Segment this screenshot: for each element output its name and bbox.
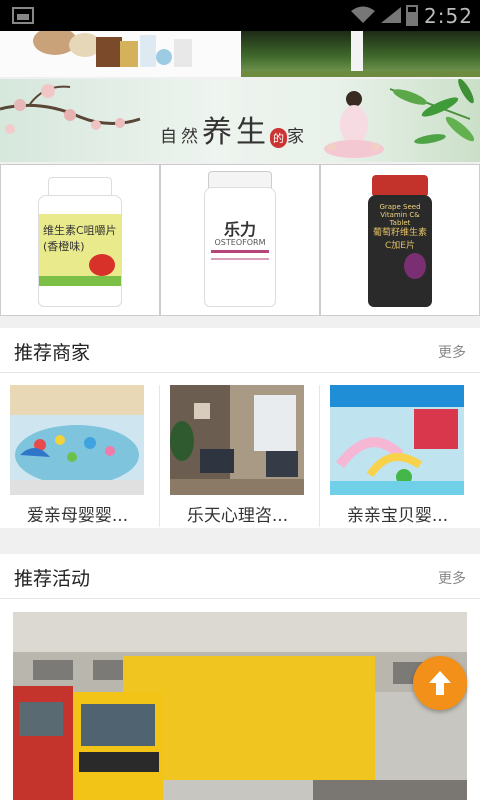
recommended-merchants-section: 推荐商家 更多 爱亲母婴婴... 乐天心理咨... 亲亲宝贝婴...	[0, 328, 480, 528]
back-to-top-button[interactable]	[413, 656, 467, 710]
product-flavor: (香橙味)	[43, 240, 85, 253]
wellness-title-badge: 的	[270, 127, 287, 148]
section-header: 推荐活动 更多	[0, 554, 480, 599]
section-title: 推荐活动	[14, 568, 91, 590]
section-header: 推荐商家 更多	[0, 328, 480, 373]
product-osteoform[interactable]: 乐力 OSTEOFORM	[160, 164, 320, 316]
merchant-name: 乐天心理咨...	[186, 506, 289, 526]
merchant-card[interactable]: 乐天心理咨...	[160, 385, 320, 527]
product-name-en: OSTEOFORM	[214, 238, 266, 247]
wellness-banner[interactable]: 自然养生的家	[0, 79, 480, 162]
merchant-name: 亲亲宝贝婴...	[346, 506, 449, 526]
wellness-title-big: 养生	[202, 115, 270, 150]
merchant-card[interactable]: 爱亲母婴婴...	[0, 385, 160, 527]
wifi-icon	[351, 6, 375, 23]
product-vitamin-c[interactable]: 维生素C咀嚼片 (香橙味)	[0, 164, 160, 316]
wellness-title-part1: 自然	[160, 127, 202, 147]
signal-icon	[381, 7, 401, 23]
product-name: 葡萄籽维生素C加E片	[372, 228, 427, 251]
status-bar: 2:52	[0, 0, 480, 31]
more-link[interactable]: 更多	[438, 568, 466, 588]
health-products-image	[0, 27, 240, 77]
product-name: 乐力	[223, 220, 256, 239]
section-title: 推荐商家	[14, 342, 91, 364]
product-grape-seed[interactable]: Grape Seed Vitamin C& Tablet 葡萄籽维生素C加E片	[320, 164, 480, 316]
arrow-up-icon	[429, 671, 451, 695]
wellness-title-part2: 家	[287, 127, 308, 147]
product-name: 维生素C咀嚼片	[43, 224, 117, 237]
plum-blossom-image	[0, 84, 141, 134]
merchant-image-playground[interactable]	[330, 385, 464, 495]
activity-image-truck[interactable]	[13, 612, 467, 800]
top-banner[interactable]	[0, 27, 480, 77]
merchant-image-pool[interactable]	[10, 385, 144, 495]
more-link[interactable]: 更多	[438, 342, 466, 362]
product-name-en: Grape Seed Vitamin C& Tablet	[379, 203, 421, 227]
merchant-name: 爱亲母婴婴...	[26, 506, 129, 526]
wellness-banner-title: 自然养生的家	[160, 107, 308, 151]
product-row: 维生素C咀嚼片 (香橙味) 乐力 OSTEOFORM Grape Seed Vi…	[0, 164, 480, 316]
merchant-card[interactable]: 亲亲宝贝婴...	[320, 385, 480, 527]
status-time: 2:52	[424, 4, 473, 28]
image-notification-icon	[12, 7, 34, 24]
top-banner-left-image[interactable]	[0, 27, 240, 77]
top-banner-right-image[interactable]	[241, 31, 480, 77]
merchant-list: 爱亲母婴婴... 乐天心理咨... 亲亲宝贝婴...	[0, 373, 480, 527]
battery-icon	[406, 5, 418, 26]
bamboo-leaves-image	[389, 79, 475, 144]
merchant-image-room[interactable]	[170, 385, 304, 495]
